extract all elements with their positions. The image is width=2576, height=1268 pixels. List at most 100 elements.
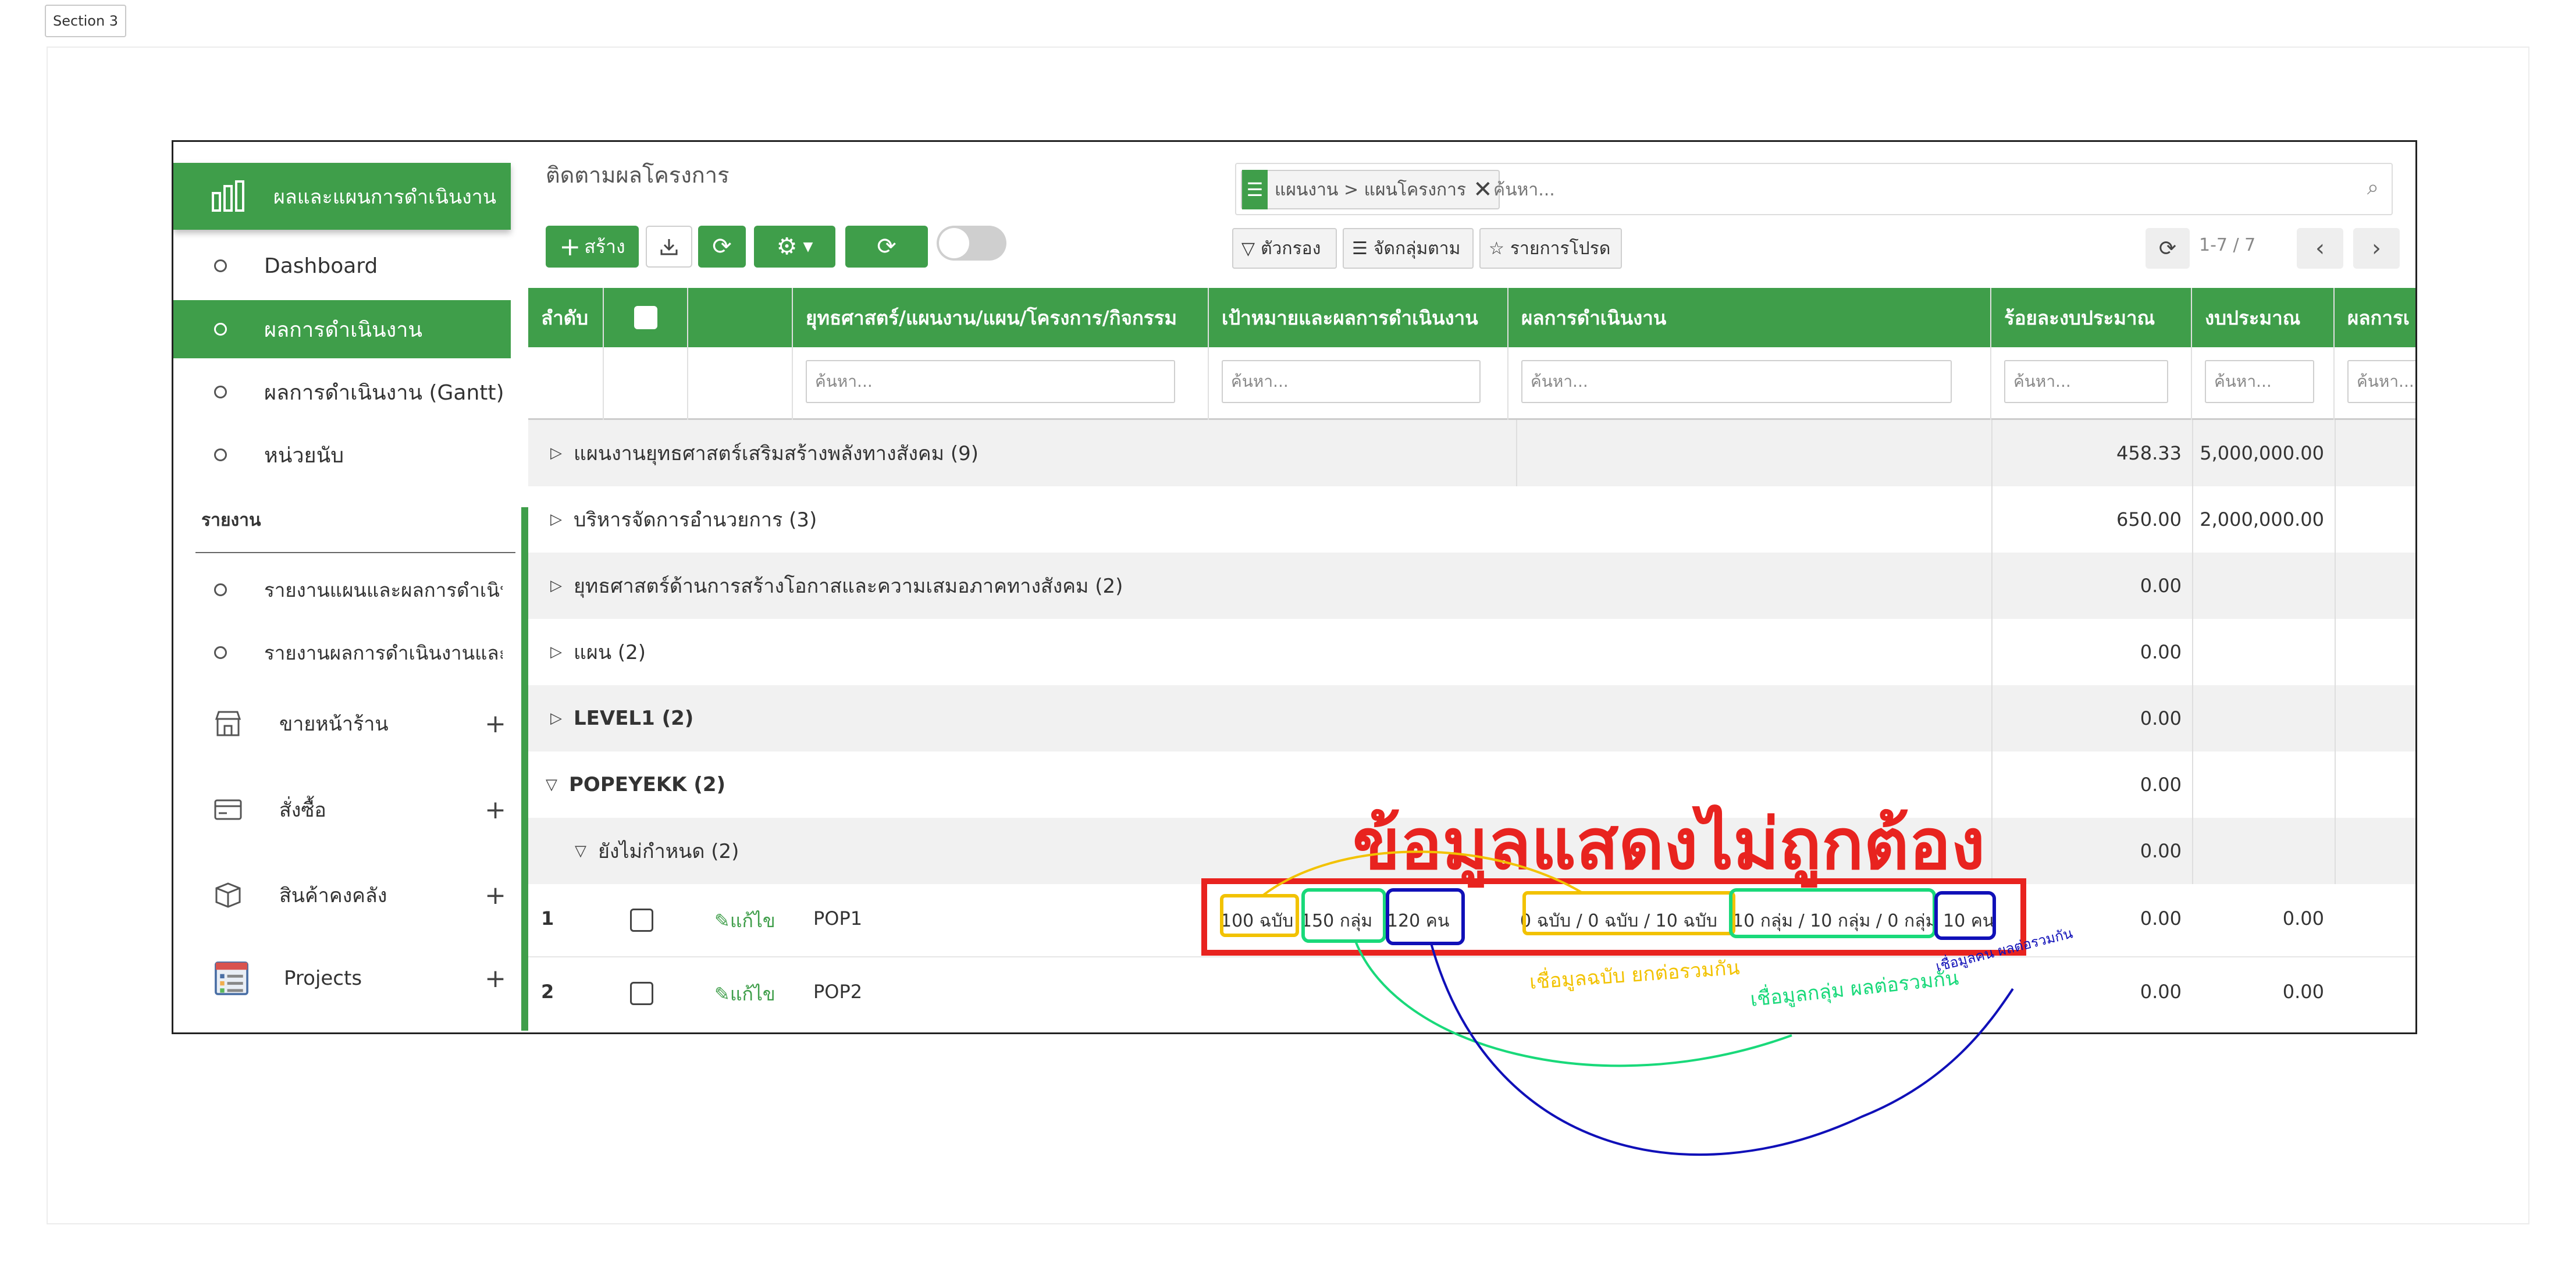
- column-header-strategy[interactable]: ยุทธศาสตร์/แผนงาน/แผน/โครงการ/กิจกรรม: [793, 288, 1209, 347]
- groupby-button[interactable]: ☰ จัดกลุ่มตาม: [1343, 228, 1474, 269]
- column-divider: [2335, 420, 2336, 486]
- column-header-budget[interactable]: งบประมาณ: [2192, 288, 2335, 347]
- column-header-label: ผลการเ: [2347, 306, 2410, 329]
- column-header-target[interactable]: เป้าหมายและผลการดำเนินงาน: [1209, 288, 1508, 347]
- favorites-button[interactable]: ☆ รายการโปรด: [1479, 228, 1622, 269]
- filter-cell: ค้นหา...: [1508, 347, 1991, 420]
- select-all-checkbox[interactable]: [634, 306, 657, 329]
- sidebar-app-header[interactable]: ผลและแผนการดำเนินงาน: [173, 163, 511, 230]
- refresh-icon: ⟳: [877, 233, 896, 260]
- download-button[interactable]: [646, 226, 692, 268]
- sidebar-group-inventory[interactable]: สินค้าคงคลัง +: [173, 860, 517, 930]
- projects-icon: [215, 961, 248, 995]
- sidebar-group-projects[interactable]: Projects +: [173, 943, 517, 1013]
- column-divider: [2335, 751, 2336, 818]
- group-row[interactable]: ▷ ยุทธศาสตร์ด้านการสร้างโอกาสและความเสมอ…: [528, 553, 2415, 619]
- search-bar[interactable]: ☰ แผนงาน > แผนโครงการ ✕ ⌕: [1235, 163, 2393, 215]
- column-header-label: ร้อยละงบประมาณ: [2004, 306, 2155, 329]
- sidebar-item-dashboard[interactable]: Dashboard: [173, 237, 511, 295]
- circle-icon: [214, 323, 227, 336]
- row-index: 1: [541, 907, 554, 929]
- filter-input-budget-percent[interactable]: ค้นหา...: [2004, 360, 2168, 403]
- sidebar-group-label: Projects: [284, 967, 362, 990]
- column-header-label: ยุทธศาสตร์/แผนงาน/แผน/โครงการ/กิจกรรม: [806, 306, 1177, 329]
- filter-cell: ค้นหา...: [793, 347, 1209, 420]
- filter-input-target[interactable]: ค้นหา...: [1222, 360, 1481, 403]
- plus-icon[interactable]: +: [485, 709, 506, 739]
- filter-button[interactable]: ▽ ตัวกรอง: [1232, 228, 1337, 269]
- filter-input-strategy[interactable]: ค้นหา...: [806, 360, 1175, 403]
- filter-cell: ค้นหา...: [1991, 347, 2192, 420]
- search-facet[interactable]: ☰ แผนงาน > แผนโครงการ ✕: [1241, 170, 1500, 209]
- group-budget-percent: 458.33: [2116, 442, 2182, 464]
- filter-input-results[interactable]: ค้นหา...: [1521, 360, 1952, 403]
- sidebar-group-purchase[interactable]: สั่งซื้อ +: [173, 775, 517, 845]
- column-header-budget-percent[interactable]: ร้อยละงบประมาณ: [1991, 288, 2192, 347]
- plus-icon[interactable]: +: [485, 881, 506, 910]
- sidebar-item-results[interactable]: ผลการดำเนินงาน: [173, 300, 511, 358]
- column-divider: [1991, 685, 1993, 751]
- row-budget-percent: 0.00: [2140, 981, 2182, 1003]
- toggle-knob: [939, 228, 969, 258]
- chevron-left-icon: ‹: [2315, 235, 2325, 262]
- edit-link[interactable]: ✎แก้ไข: [714, 906, 775, 936]
- group-label: POPEYEKK (2): [569, 773, 726, 796]
- caret-right-icon: ▷: [550, 444, 562, 462]
- pager-refresh-button[interactable]: ⟳: [2146, 228, 2190, 269]
- pager-prev-button[interactable]: ‹: [2297, 228, 2343, 269]
- pager-next-button[interactable]: ›: [2353, 228, 2400, 269]
- sidebar-report-heading: รายงาน: [201, 510, 261, 530]
- column-header-index[interactable]: ลำดับ: [528, 288, 604, 347]
- group-label: บริหารจัดการอำนวยการ (3): [574, 508, 817, 532]
- group-row[interactable]: ▷ LEVEL1 (2) 0.00: [528, 685, 2415, 751]
- sidebar-item-label: หน่วยนับ: [264, 443, 344, 468]
- column-divider: [2192, 751, 2193, 818]
- sidebar-item-label: รายงานแผนและผลการดำเนิน: [264, 578, 503, 601]
- filter-input-budget[interactable]: ค้นหา...: [2205, 360, 2314, 403]
- group-budget-percent: 0.00: [2140, 641, 2182, 663]
- sync-button[interactable]: ⟳: [845, 226, 928, 268]
- group-label: แผน (2): [574, 641, 646, 664]
- sidebar-scrollbar[interactable]: [521, 507, 528, 1031]
- sidebar-item-gantt[interactable]: ผลการดำเนินงาน (Gantt): [173, 363, 511, 421]
- column-divider: [2192, 685, 2193, 751]
- edit-link[interactable]: ✎แก้ไข: [714, 980, 775, 1009]
- sidebar-item-report-results[interactable]: รายงานผลการดำเนินงานและr: [173, 624, 511, 682]
- sidebar-item-units[interactable]: หน่วยนับ: [173, 426, 511, 484]
- sidebar-item-report-plan[interactable]: รายงานแผนและผลการดำเนิน: [173, 561, 511, 619]
- filter-input-result-more[interactable]: ค้นหา...: [2347, 360, 2415, 403]
- row-name: POP1: [813, 907, 863, 929]
- column-divider: [2192, 420, 2193, 486]
- row-checkbox[interactable]: [630, 909, 653, 932]
- circle-icon: [214, 259, 227, 272]
- bar-chart-icon: [212, 180, 244, 212]
- section-label: Section 3: [45, 5, 127, 37]
- sidebar-item-label: รายงานผลการดำเนินงานและr: [264, 641, 503, 664]
- sidebar-group-pos[interactable]: ขายหน้าร้าน +: [173, 689, 517, 758]
- group-row[interactable]: ▷ แผนงานยุทธศาสตร์เสริมสร้างพลังทางสังคม…: [528, 420, 2415, 486]
- group-row[interactable]: ▷ บริหารจัดการอำนวยการ (3) 650.00 2,000,…: [528, 486, 2415, 553]
- circle-icon: [214, 646, 227, 659]
- filter-cell: ค้นหา...: [2192, 347, 2335, 420]
- filter-icon: ▽: [1241, 238, 1255, 259]
- refresh-button[interactable]: ⟳: [698, 226, 746, 268]
- star-icon: ☆: [1489, 238, 1504, 259]
- table-row[interactable]: 2 ✎แก้ไข POP2 0.00 0.00: [528, 957, 2415, 1031]
- column-header-results[interactable]: ผลการดำเนินงาน: [1508, 288, 1991, 347]
- group-row[interactable]: ▷ แผน (2) 0.00: [528, 619, 2415, 685]
- row-checkbox[interactable]: [630, 982, 653, 1005]
- plus-icon[interactable]: +: [485, 795, 506, 825]
- search-input[interactable]: [1492, 172, 2307, 207]
- filter-cell: ค้นหา...: [2335, 347, 2415, 420]
- search-icon[interactable]: ⌕: [2367, 176, 2379, 200]
- settings-button[interactable]: ⚙ ▼: [754, 226, 835, 268]
- column-divider: [1991, 420, 1993, 486]
- view-toggle[interactable]: [937, 226, 1006, 261]
- plus-icon[interactable]: +: [485, 964, 506, 993]
- create-button[interactable]: + สร้าง: [546, 226, 639, 268]
- column-header-label: ผลการดำเนินงาน: [1521, 306, 1667, 329]
- refresh-icon: ⟳: [2158, 236, 2177, 261]
- column-header-select[interactable]: [604, 288, 688, 347]
- column-header-result-more[interactable]: ผลการเ: [2335, 288, 2415, 347]
- download-icon: [660, 239, 678, 255]
